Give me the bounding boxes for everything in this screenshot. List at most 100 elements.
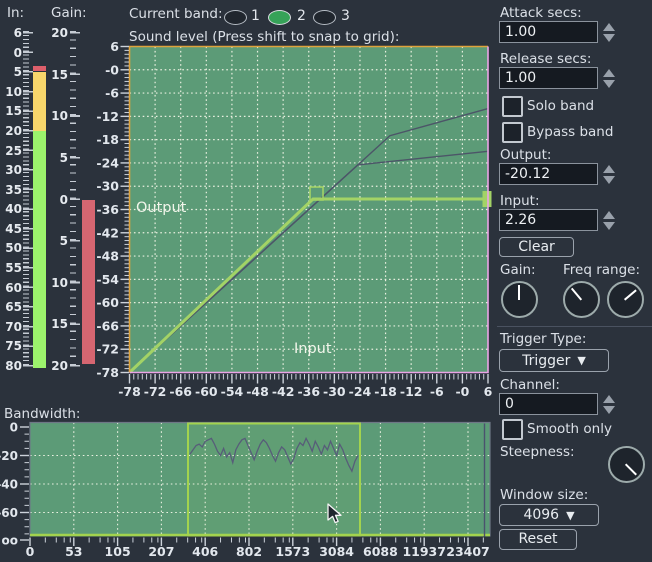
svg-text:207: 207	[148, 544, 174, 559]
scale-tick-label: 60	[5, 281, 22, 295]
svg-text:406: 406	[192, 544, 218, 559]
freq-range-label: Freq range:	[563, 262, 640, 278]
window-size-value: 4096	[523, 507, 559, 523]
svg-text:-12: -12	[400, 384, 423, 399]
trigger-type-value: Trigger	[522, 353, 570, 369]
scale-tick-label: 5	[60, 151, 68, 165]
spin-down-icon[interactable]	[603, 406, 615, 414]
attack-spinner[interactable]	[602, 21, 615, 43]
band-settings-panel: Attack secs: Release secs: Solo band Byp…	[497, 0, 652, 562]
release-input[interactable]	[499, 67, 598, 89]
scale-tick-label: 0	[14, 46, 22, 60]
svg-text:-36: -36	[96, 202, 119, 217]
sound-level-curve-editor[interactable]: 6-0-6-12-18-24-30-36-42-48-54-60-66-72-7…	[85, 38, 495, 403]
gain-knob[interactable]	[501, 281, 538, 318]
output-spinner[interactable]	[602, 163, 615, 185]
band-1-radio[interactable]	[224, 10, 247, 25]
reset-button[interactable]: Reset	[499, 529, 577, 550]
svg-text:-60: -60	[96, 295, 119, 310]
svg-text:-6: -6	[105, 86, 119, 101]
scale-tick-label: 70	[5, 320, 22, 334]
knob-pointer	[625, 463, 637, 475]
svg-text:-40: -40	[0, 478, 18, 492]
plugin-window: { "app": {"bg": "#2b323c", "accent_green…	[0, 0, 652, 562]
spin-up-icon[interactable]	[603, 165, 615, 173]
svg-text:-72: -72	[96, 342, 119, 357]
band-3-radio-label: 3	[341, 8, 350, 24]
in-meter-major-ticks	[23, 32, 33, 368]
svg-text:-54: -54	[221, 384, 244, 399]
gain-knob-label: Gain:	[500, 262, 536, 278]
svg-text:-60: -60	[195, 384, 218, 399]
scale-tick-label: 25	[5, 144, 22, 158]
meter-segment	[33, 66, 46, 71]
channel-label: Channel:	[500, 377, 560, 393]
scale-tick-label: 35	[5, 183, 22, 197]
scale-tick-label: 6	[14, 26, 22, 40]
trigger-type-dropdown[interactable]: Trigger ▼	[499, 349, 609, 372]
svg-text:-6: -6	[430, 384, 444, 399]
svg-text:-20: -20	[0, 449, 18, 463]
svg-text:3084: 3084	[319, 544, 354, 559]
bypass-band-label: Bypass band	[527, 124, 613, 140]
spin-up-icon[interactable]	[603, 69, 615, 77]
spin-down-icon[interactable]	[603, 222, 615, 230]
solo-band-checkbox[interactable]	[502, 96, 523, 117]
scale-tick-label: 10	[51, 109, 68, 123]
freq-high-knob[interactable]	[607, 281, 644, 318]
spin-down-icon[interactable]	[603, 34, 615, 42]
freq-low-knob[interactable]	[563, 281, 600, 318]
scale-tick-label: 15	[5, 104, 22, 118]
spin-down-icon[interactable]	[603, 176, 615, 184]
spin-down-icon[interactable]	[603, 80, 615, 88]
spin-up-icon[interactable]	[603, 23, 615, 31]
scale-tick-label: 40	[5, 202, 22, 216]
scale-tick-label: 55	[5, 261, 22, 275]
input-spinner[interactable]	[602, 209, 615, 231]
trigger-type-label: Trigger Type:	[500, 331, 586, 347]
scale-tick-label: 80	[5, 359, 22, 373]
input-label: Input:	[500, 193, 540, 209]
attack-input[interactable]	[499, 21, 598, 43]
knob-pointer	[571, 288, 582, 301]
spin-up-icon[interactable]	[603, 395, 615, 403]
bandwidth-selector[interactable]: 0-20-40-60oo0531052074068021573308460881…	[0, 403, 500, 562]
scale-tick-label: 0	[60, 193, 68, 207]
knob-pointer	[518, 285, 520, 300]
svg-text:-30: -30	[323, 384, 346, 399]
scale-tick-label: 20	[51, 359, 68, 373]
scale-tick-label: 10	[5, 85, 22, 99]
spin-up-icon[interactable]	[603, 211, 615, 219]
svg-text:-54: -54	[96, 272, 119, 287]
scale-tick-label: 10	[51, 276, 68, 290]
steepness-knob[interactable]	[608, 446, 645, 483]
window-size-dropdown[interactable]: 4096 ▼	[499, 504, 599, 526]
svg-text:-12: -12	[96, 109, 119, 124]
scale-tick-label: 75	[5, 339, 22, 353]
steepness-label: Steepness:	[500, 444, 575, 460]
meter-segment	[33, 131, 46, 368]
svg-text:0: 0	[26, 544, 35, 559]
input-input[interactable]	[499, 209, 598, 231]
smooth-only-checkbox[interactable]	[502, 419, 523, 440]
svg-text:oo: oo	[2, 534, 19, 548]
channel-input[interactable]	[499, 393, 598, 415]
svg-text:53: 53	[65, 544, 82, 559]
channel-spinner[interactable]	[602, 393, 615, 415]
current-band-label: Current band:	[129, 6, 223, 22]
scale-tick-label: 65	[5, 300, 22, 314]
meter-segment	[33, 72, 46, 131]
output-input[interactable]	[499, 163, 598, 185]
release-label: Release secs:	[500, 51, 591, 67]
svg-text:-42: -42	[272, 384, 295, 399]
band-2-radio[interactable]	[268, 10, 291, 25]
release-spinner[interactable]	[602, 67, 615, 89]
smooth-only-label: Smooth only	[527, 421, 612, 437]
attack-label: Attack secs:	[500, 5, 582, 21]
bypass-band-checkbox[interactable]	[502, 122, 523, 143]
svg-text:-66: -66	[96, 318, 119, 333]
clear-button[interactable]: Clear	[499, 237, 574, 257]
band-3-radio[interactable]	[313, 10, 336, 25]
scale-tick-label: 5	[14, 65, 22, 79]
band-2-radio-label: 2	[297, 8, 306, 24]
